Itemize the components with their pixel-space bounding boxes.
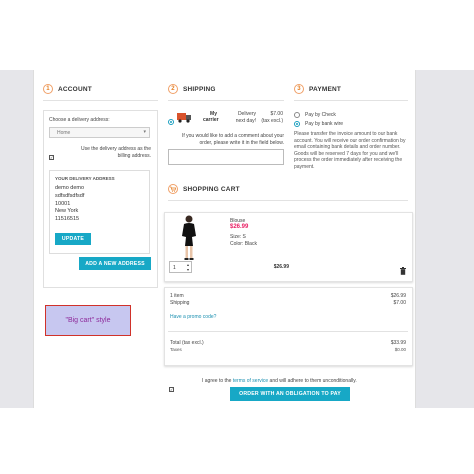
shipping-title: SHIPPING xyxy=(183,85,216,93)
items-value: $26.99 xyxy=(390,293,406,299)
style-badge: "Big cart" style xyxy=(45,305,131,336)
radio-icon xyxy=(294,121,300,128)
trash-icon[interactable] xyxy=(400,262,406,275)
product-size: Size: S xyxy=(230,234,246,240)
cart-title: SHOPPING CART xyxy=(183,185,240,193)
quantity-stepper[interactable]: 1 ▴ ▾ xyxy=(169,261,192,273)
payment-option-check[interactable]: Pay by Check xyxy=(294,112,336,119)
address-select[interactable]: Home ▾ xyxy=(49,127,150,138)
terms-text: I agree to the terms of service and will… xyxy=(202,378,357,385)
payment-title: PAYMENT xyxy=(309,85,342,93)
step-number: 2 xyxy=(168,84,178,94)
total-value: $33.99 xyxy=(390,340,406,346)
taxes-label: Taxes xyxy=(170,347,182,352)
divider xyxy=(43,100,158,101)
chevron-down-icon: ▾ xyxy=(143,129,146,135)
checkbox-icon: ✓ xyxy=(169,387,174,392)
payment-option-label: Pay by Check xyxy=(305,112,336,118)
promo-code-link[interactable]: Have a promo code? xyxy=(170,314,216,321)
divider xyxy=(168,331,408,332)
product-color: Color: Black xyxy=(230,241,257,247)
cart-heading: SHOPPING CART xyxy=(168,184,240,194)
line-total: $26.99 xyxy=(273,264,289,270)
shipping-value: $7.00 xyxy=(393,300,406,306)
account-title: ACCOUNT xyxy=(58,85,92,93)
address-line: New York xyxy=(55,208,79,215)
address-heading: YOUR DELIVERY ADDRESS xyxy=(55,176,115,181)
choose-address-label: Choose a delivery address: xyxy=(49,117,110,123)
order-button[interactable]: ORDER WITH AN OBLIGATION TO PAY xyxy=(230,387,350,401)
carrier-radio[interactable] xyxy=(168,112,174,130)
divider xyxy=(294,100,408,101)
total-label: Total (tax excl.) xyxy=(170,340,204,346)
stepper-arrows-icon[interactable]: ▴ ▾ xyxy=(187,262,189,272)
product-image[interactable] xyxy=(175,214,203,262)
payment-option-label: Pay by bank wire xyxy=(305,121,344,127)
terms-suffix: and will adhere to them unconditionally. xyxy=(268,378,357,384)
same-billing-checkbox[interactable]: ✓ xyxy=(49,146,54,164)
address-select-value: Home xyxy=(57,130,71,136)
terms-prefix: I agree to the xyxy=(202,378,233,384)
same-billing-label: Use the delivery address as the billing … xyxy=(80,146,151,159)
add-address-button[interactable]: ADD A NEW ADDRESS xyxy=(79,257,151,270)
shipping-label: Shipping xyxy=(170,300,190,306)
account-heading: 1 ACCOUNT xyxy=(43,84,92,94)
address-line: sdfsdfsdfsdf xyxy=(55,192,85,199)
address-line: demo demo xyxy=(55,185,85,191)
shipping-heading: 2 SHIPPING xyxy=(168,84,216,94)
truck-icon xyxy=(177,110,192,123)
address-lines: demo demo sdfsdfsdfsdf 10001 New York 11… xyxy=(55,185,84,224)
address-line: 10001 xyxy=(55,200,71,207)
divider xyxy=(168,100,284,101)
carrier-tax-note: (tax excl.) xyxy=(261,117,283,124)
update-button[interactable]: UPDATE xyxy=(55,233,91,245)
address-line: 11516515 xyxy=(55,216,80,223)
payment-option-bankwire[interactable]: Pay by bank wire xyxy=(294,121,343,128)
radio-icon xyxy=(294,112,300,119)
carrier-price: $7.00 (tax excl.) xyxy=(259,111,283,124)
carrier-name: My carrier xyxy=(203,111,219,123)
comment-textarea[interactable] xyxy=(168,149,284,165)
radio-icon xyxy=(168,119,174,125)
divider xyxy=(168,200,408,201)
terms-link[interactable]: terms of service xyxy=(233,378,268,384)
checkbox-icon: ✓ xyxy=(49,155,54,160)
step-number: 1 xyxy=(43,84,53,94)
payment-heading: 3 PAYMENT xyxy=(294,84,341,94)
comment-prompt: If you would like to add a comment about… xyxy=(181,133,284,146)
taxes-value: $0.00 xyxy=(394,347,406,352)
step-number: 3 xyxy=(294,84,304,94)
items-label: 1 item xyxy=(170,293,184,299)
terms-checkbox[interactable]: ✓ xyxy=(169,378,174,396)
quantity-value: 1 xyxy=(173,265,176,271)
carrier-delay: Delivery next day! xyxy=(235,111,256,124)
payment-description: Please transfer the invoice amount to ou… xyxy=(294,131,406,170)
product-price: $26.99 xyxy=(230,224,249,230)
cart-icon xyxy=(168,184,178,194)
